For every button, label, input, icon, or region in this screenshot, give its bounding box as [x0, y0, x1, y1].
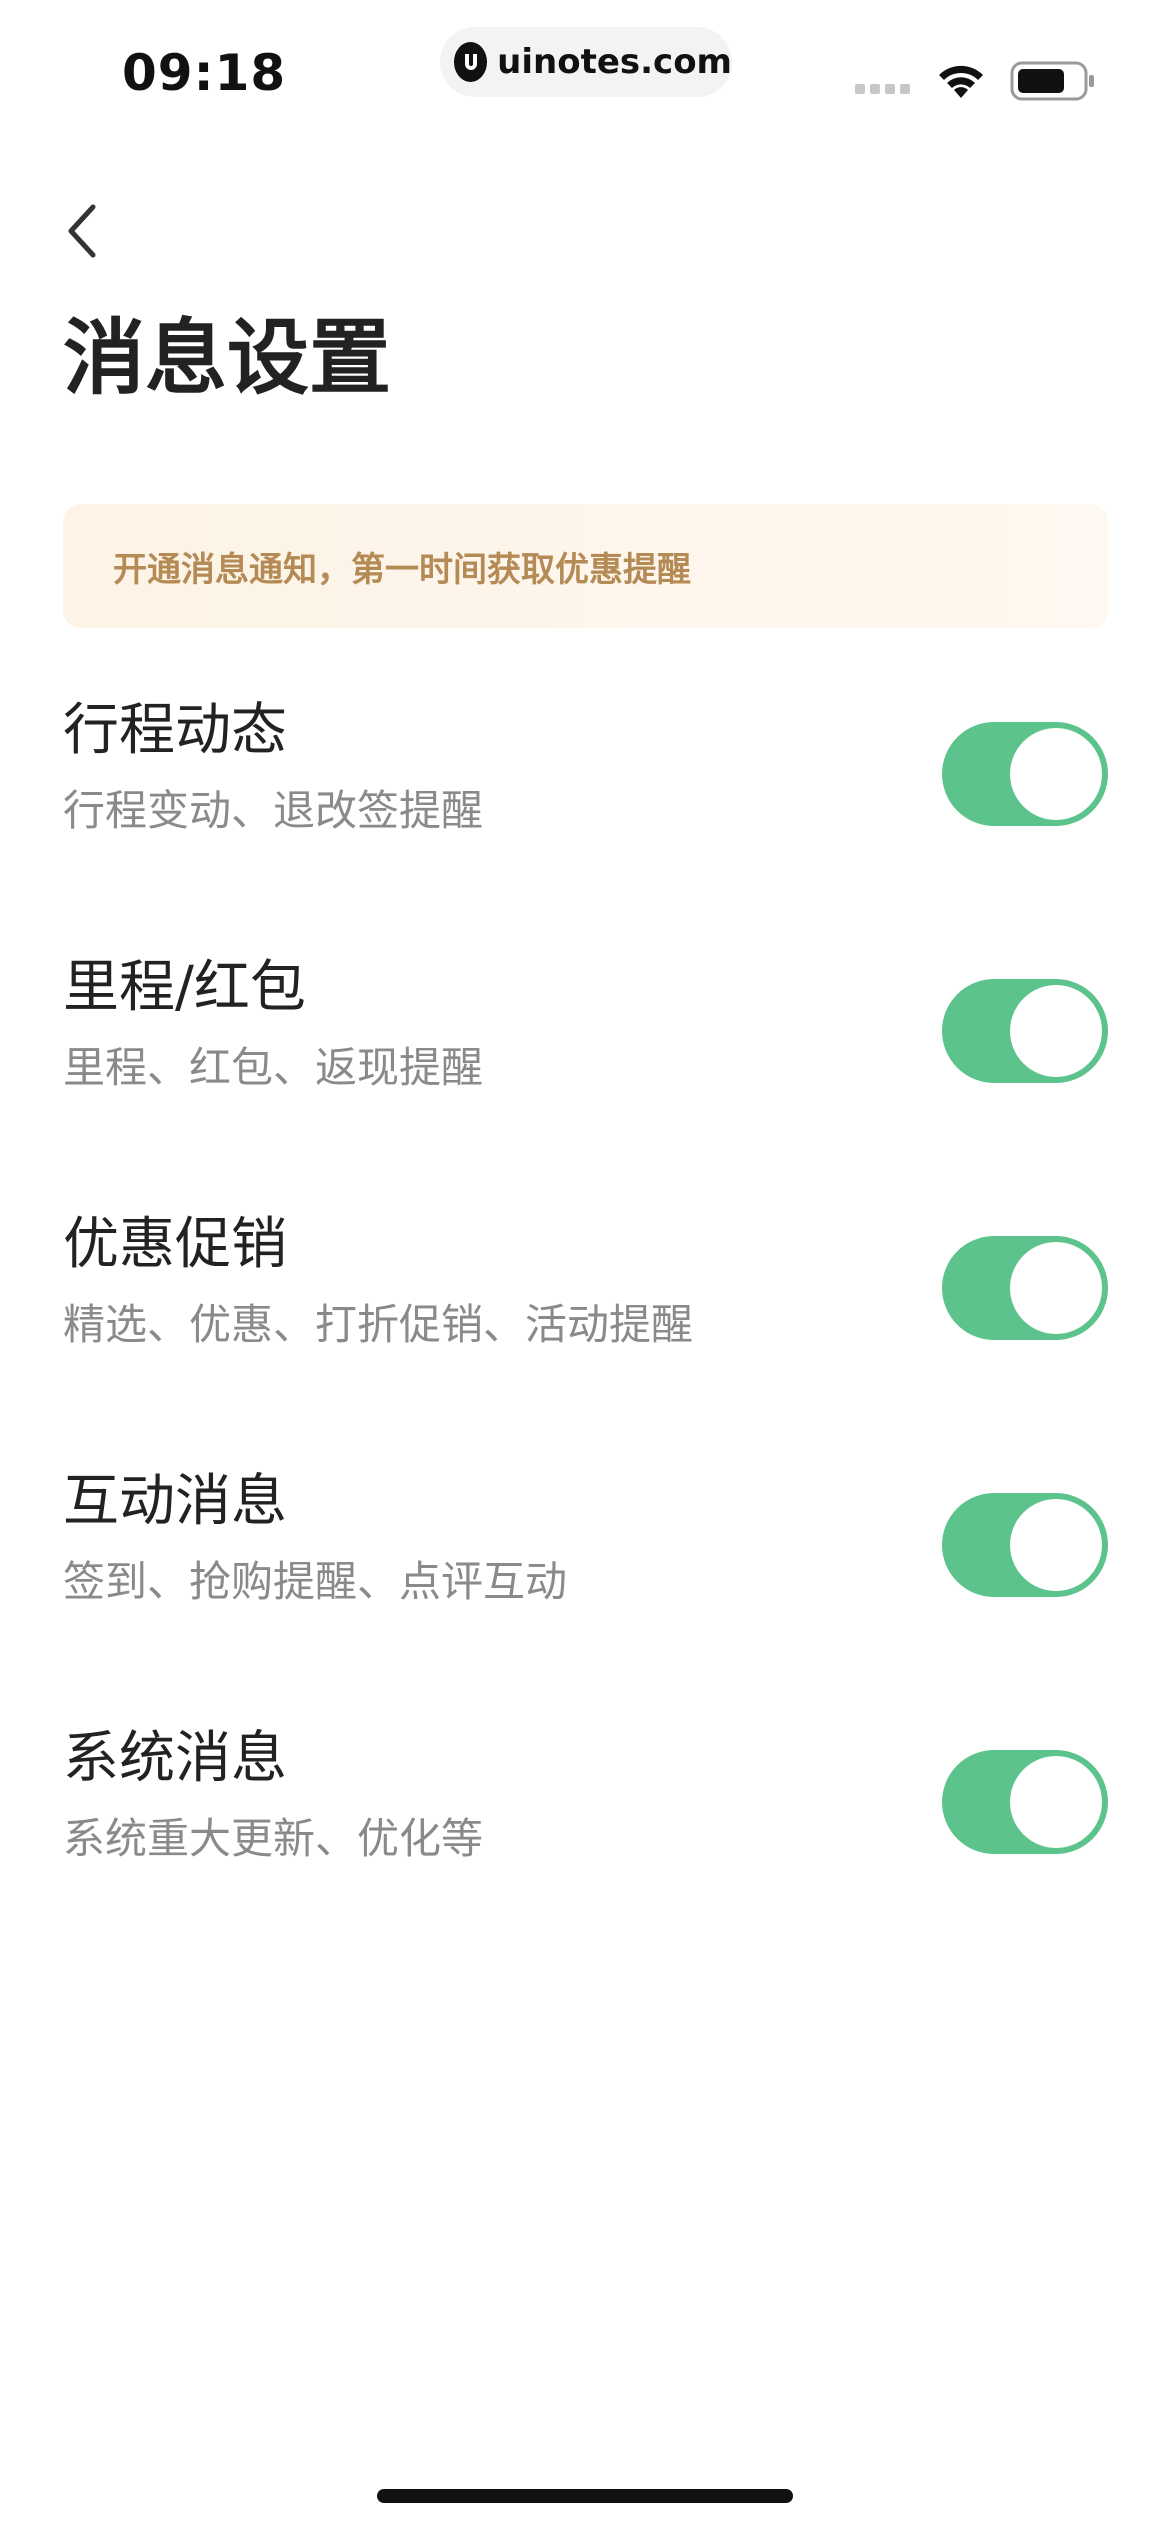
toggle-knob — [1010, 1756, 1102, 1848]
url-text: uinotes.com — [497, 42, 732, 82]
toggle-knob — [1010, 1499, 1102, 1591]
setting-description: 精选、优惠、打折促销、活动提醒 — [63, 1300, 694, 1349]
setting-title: 互动消息 — [63, 1469, 287, 1534]
setting-interactive-messages: 互动消息 签到、抢购提醒、点评互动 — [63, 1471, 1108, 1631]
notification-banner-text: 开通消息通知，第一时间获取优惠提醒 — [113, 549, 691, 590]
setting-title: 里程/红包 — [63, 955, 306, 1020]
battery-icon — [1010, 60, 1096, 106]
setting-description: 行程变动、退改签提醒 — [63, 786, 484, 835]
page-title: 消息设置 — [63, 311, 392, 406]
system-messages-toggle[interactable] — [942, 1750, 1108, 1854]
chevron-left-icon — [68, 204, 96, 258]
wifi-icon — [934, 58, 988, 104]
setting-description: 签到、抢购提醒、点评互动 — [63, 1557, 568, 1606]
home-indicator[interactable] — [377, 2489, 793, 2503]
setting-description: 里程、红包、返现提醒 — [63, 1043, 484, 1092]
setting-title: 行程动态 — [63, 698, 287, 763]
setting-promotions: 优惠促销 精选、优惠、打折促销、活动提醒 — [63, 1214, 1108, 1374]
message-settings-page: 09:18 uinotes.com 消息设置 开通消息通知，第一时间获取优惠提醒… — [0, 0, 1170, 2532]
interactive-messages-toggle[interactable] — [942, 1493, 1108, 1597]
setting-trip-updates: 行程动态 行程变动、退改签提醒 — [63, 700, 1108, 860]
site-logo-icon — [454, 42, 488, 82]
back-button[interactable] — [52, 196, 112, 266]
setting-title: 优惠促销 — [63, 1212, 287, 1277]
signal-icon — [855, 84, 910, 94]
toggle-knob — [1010, 985, 1102, 1077]
notification-banner: 开通消息通知，第一时间获取优惠提醒 — [63, 504, 1108, 628]
url-pill: uinotes.com — [440, 27, 732, 97]
trip-updates-toggle[interactable] — [942, 722, 1108, 826]
miles-red-packets-toggle[interactable] — [942, 979, 1108, 1083]
setting-miles-red-packets: 里程/红包 里程、红包、返现提醒 — [63, 957, 1108, 1117]
setting-title: 系统消息 — [63, 1726, 287, 1791]
promotions-toggle[interactable] — [942, 1236, 1108, 1340]
setting-description: 系统重大更新、优化等 — [63, 1814, 484, 1863]
status-time: 09:18 — [122, 44, 287, 102]
toggle-knob — [1010, 728, 1102, 820]
toggle-knob — [1010, 1242, 1102, 1334]
setting-system-messages: 系统消息 系统重大更新、优化等 — [63, 1728, 1108, 1888]
